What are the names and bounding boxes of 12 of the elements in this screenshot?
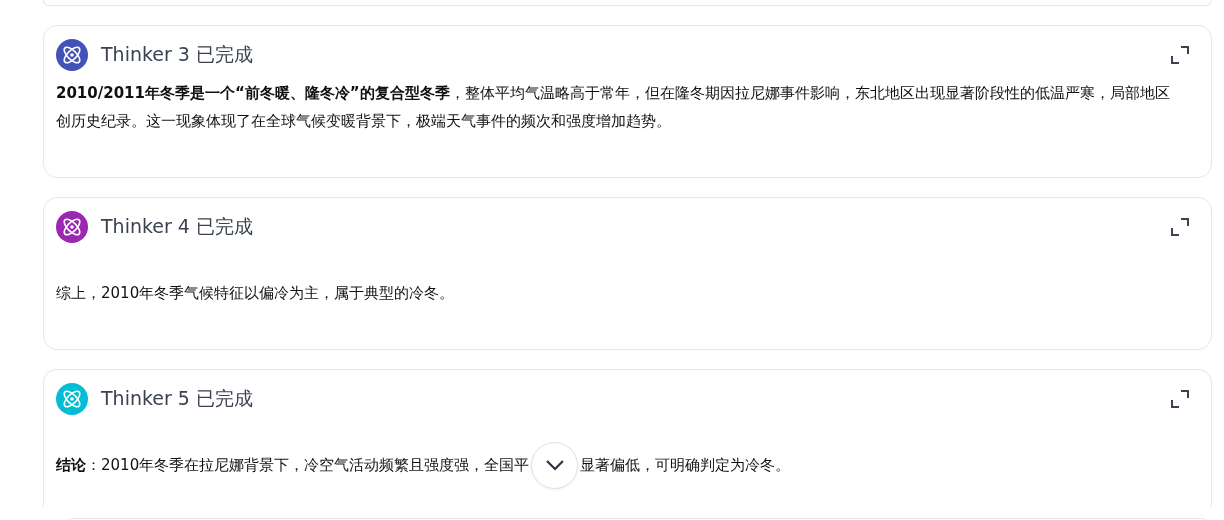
paragraph: 显著偏低，可明确判定为冷冬。 [580, 455, 791, 476]
paragraph: 结论：2010年冬季在拉尼娜背景下，冷空气活动频繁且强度强，全国平 [56, 455, 530, 476]
card-title: Thinker 3 已完成 [101, 41, 254, 67]
expand-icon[interactable] [1170, 388, 1190, 409]
expand-icon[interactable] [1170, 216, 1190, 237]
paragraph: 综上，2010年冬季气候特征以偏冷为主，属于典型的冷冬。 [56, 283, 455, 304]
card-title: Thinker 5 已完成 [101, 385, 254, 411]
expand-icon[interactable] [1170, 44, 1190, 65]
card-title: Thinker 4 已完成 [101, 213, 254, 239]
paragraph: 2010/2011年冬季是一个“前冬暖、隆冬冷”的复合型冬季，整体平均气温略高于常年，但在隆冬期因拉尼娜事件影响，东北地区出现显著阶段性的低温严寒，局部地区创历史纪录。这一现象体现了在全球气候变暖背景下，极端天气事件的频次和强度增加趋势。 [56, 83, 1171, 132]
scroll-down-button[interactable] [531, 441, 579, 489]
chevron-down-icon [544, 459, 565, 471]
